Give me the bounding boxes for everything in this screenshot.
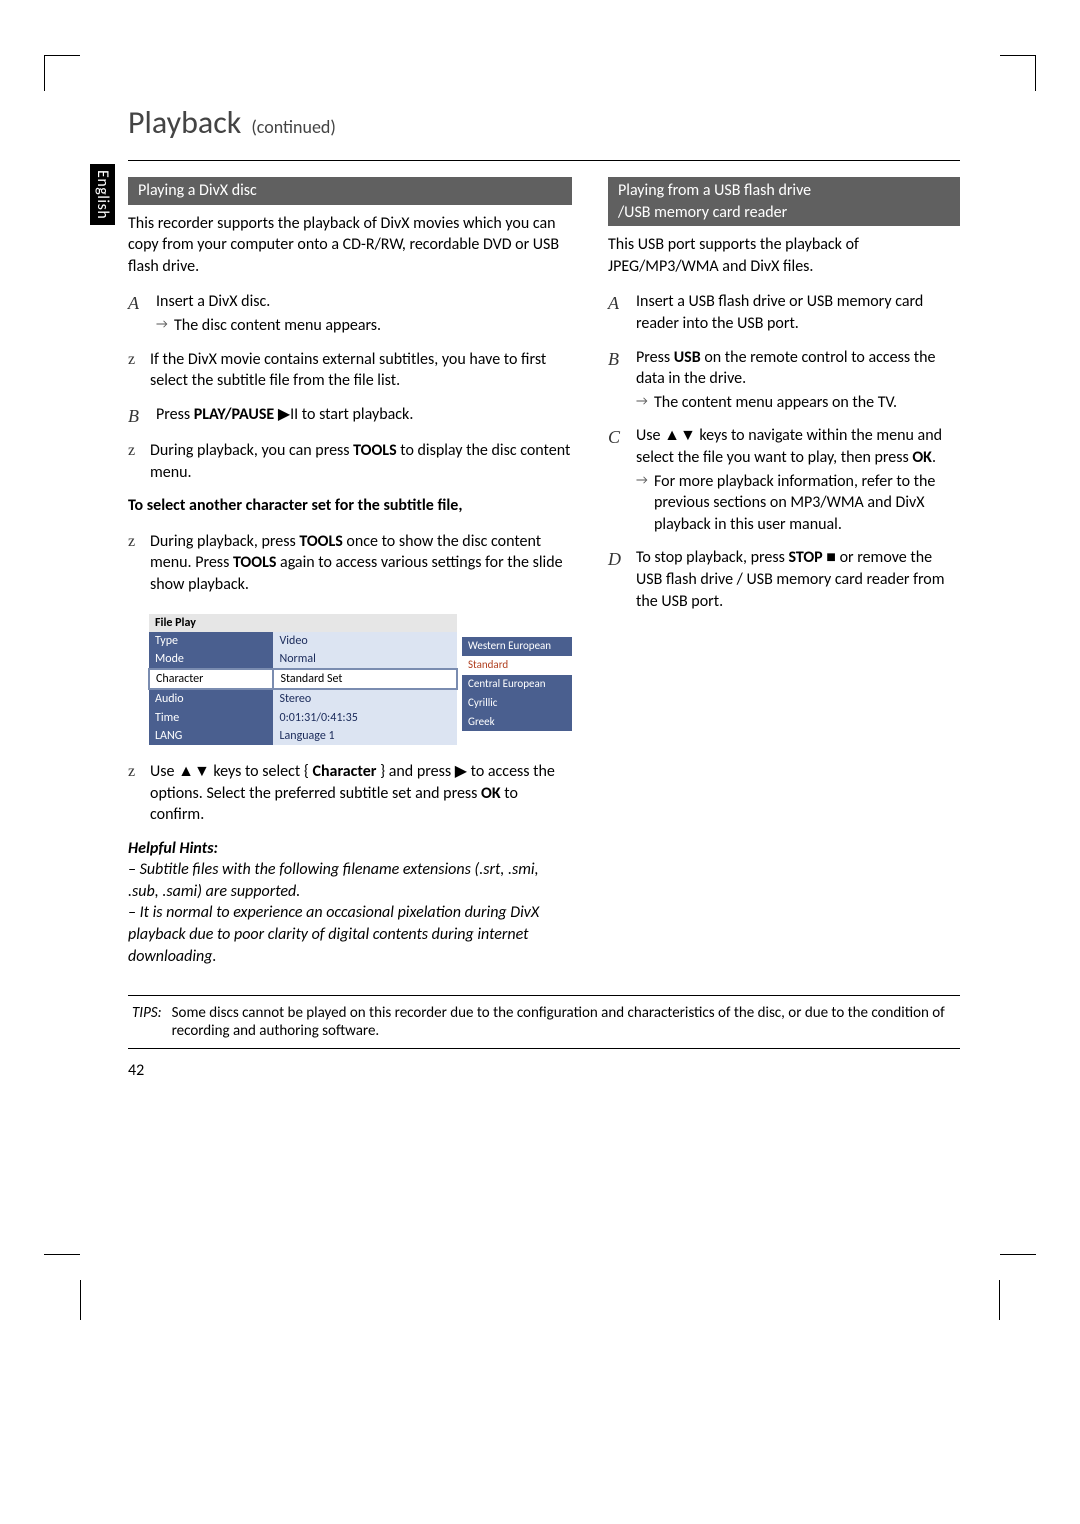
osd-table: File Play TypeVideo ModeNormal Character… [148, 614, 458, 745]
heading-line1: Playing from a USB flash drive [618, 181, 811, 200]
step-1: A Insert a USB flash drive or USB memory… [608, 291, 960, 334]
key-label: OK [481, 784, 501, 803]
page-title: Playback (continued) [128, 103, 960, 142]
help-item: – It is normal to experience an occasion… [128, 902, 572, 967]
tips-box: TIPS: Some discs cannot be played on thi… [128, 995, 960, 1049]
osd-label: Mode [149, 650, 273, 669]
intro-text: This USB port supports the playback of J… [608, 234, 960, 277]
step-marker: D [608, 547, 628, 612]
bullet-marker: z [128, 349, 142, 392]
intro-text: This recorder supports the playback of D… [128, 213, 572, 278]
step-1: A Insert a DivX disc. The disc content m… [128, 291, 572, 336]
step-sub: The content menu appears on the TV. [636, 392, 960, 414]
osd-value: Stereo [273, 689, 457, 708]
note-bullet: z Use ▲▼ keys to select { Character } an… [128, 761, 572, 826]
dropdown-option: Cyrillic [462, 694, 572, 713]
osd-label: Time [149, 709, 273, 727]
heading-line2: /USB memory card reader [618, 203, 787, 222]
key-label: STOP [788, 548, 822, 567]
osd-label: LANG [149, 727, 273, 745]
osd-label-selected: Character [149, 669, 273, 689]
helpful-hints: Helpful Hints: – Subtitle files with the… [128, 838, 572, 968]
title-sub: (continued) [251, 116, 336, 138]
osd-value: Language 1 [273, 727, 457, 745]
section-heading-usb: Playing from a USB flash drive /USB memo… [608, 177, 960, 226]
subheading-subtitle: To select another character set for the … [128, 495, 572, 517]
t: Use ▲▼ keys to select { [150, 762, 312, 781]
t: To stop playback, press [636, 548, 788, 567]
osd-value: 0:01:31/0:41:35 [273, 709, 457, 727]
note-bullet: z During playback, you can press TOOLS t… [128, 440, 572, 483]
step-3: C Use ▲▼ keys to navigate within the men… [608, 425, 960, 535]
key-label: TOOLS [299, 532, 342, 551]
key-label: TOOLS [233, 553, 276, 572]
step-2: B Press PLAY/PAUSE ▶II to start playback… [128, 404, 572, 428]
step-2: B Press USB on the remote control to acc… [608, 347, 960, 414]
option-name: Character [312, 762, 376, 781]
step-marker: B [608, 347, 628, 414]
page-number: 42 [128, 1061, 960, 1080]
osd-title: File Play [149, 614, 457, 632]
key-label: USB [674, 348, 701, 367]
bullet-marker: z [128, 531, 142, 596]
column-right: Playing from a USB flash drive /USB memo… [608, 177, 960, 967]
t: Use ▲▼ keys to navigate within the menu … [636, 426, 942, 467]
step-text: Insert a DivX disc. [156, 292, 270, 311]
t: Press [636, 348, 674, 367]
section-heading-divx: Playing a DivX disc [128, 177, 572, 205]
key-label: TOOLS [353, 441, 396, 460]
osd-value: Video [273, 632, 457, 650]
note-bullet: z During playback, press TOOLS once to s… [128, 531, 572, 596]
step-sub: For more playback information, refer to … [636, 471, 960, 536]
step-sub: The disc content menu appears. [156, 315, 572, 337]
t: ▶II to start playback. [274, 405, 413, 424]
tips-label: TIPS: [132, 1004, 162, 1040]
t: . [932, 448, 936, 467]
step-marker: A [608, 291, 628, 334]
note-bullet: z If the DivX movie contains external su… [128, 349, 572, 392]
key-label: OK [912, 448, 932, 467]
dropdown-option: Western European [462, 637, 572, 656]
step-marker: B [128, 404, 148, 428]
dropdown-option: Central European [462, 675, 572, 694]
key-label: PLAY/PAUSE [194, 405, 274, 424]
step-text: Insert a USB flash drive or USB memory c… [636, 291, 960, 334]
column-left: Playing a DivX disc This recorder suppor… [128, 177, 572, 967]
t: During playback, press [150, 532, 299, 551]
divider [128, 160, 960, 161]
dropdown-option: Greek [462, 713, 572, 732]
osd-label: Audio [149, 689, 273, 708]
tips-text: Some discs cannot be played on this reco… [172, 1004, 956, 1040]
bullet-marker: z [128, 761, 142, 826]
osd-label: Type [149, 632, 273, 650]
bullet-marker: z [128, 440, 142, 483]
t: Press [156, 405, 194, 424]
bullet-text: If the DivX movie contains external subt… [150, 349, 572, 392]
step-marker: C [608, 425, 628, 535]
osd-value: Normal [273, 650, 457, 669]
step-marker: A [128, 291, 148, 336]
osd-value-selected: Standard Set [273, 669, 457, 689]
dropdown-option-selected: Standard [462, 656, 572, 675]
step-4: D To stop playback, press STOP ■ or remo… [608, 547, 960, 612]
t: During playback, you can press [150, 441, 353, 460]
osd-table-wrap: File Play TypeVideo ModeNormal Character… [128, 608, 572, 761]
osd-dropdown: Western European Standard Central Europe… [462, 637, 572, 731]
helpful-title: Helpful Hints: [128, 838, 572, 860]
title-main: Playback [128, 103, 241, 142]
help-item: – Subtitle files with the following file… [128, 859, 572, 902]
